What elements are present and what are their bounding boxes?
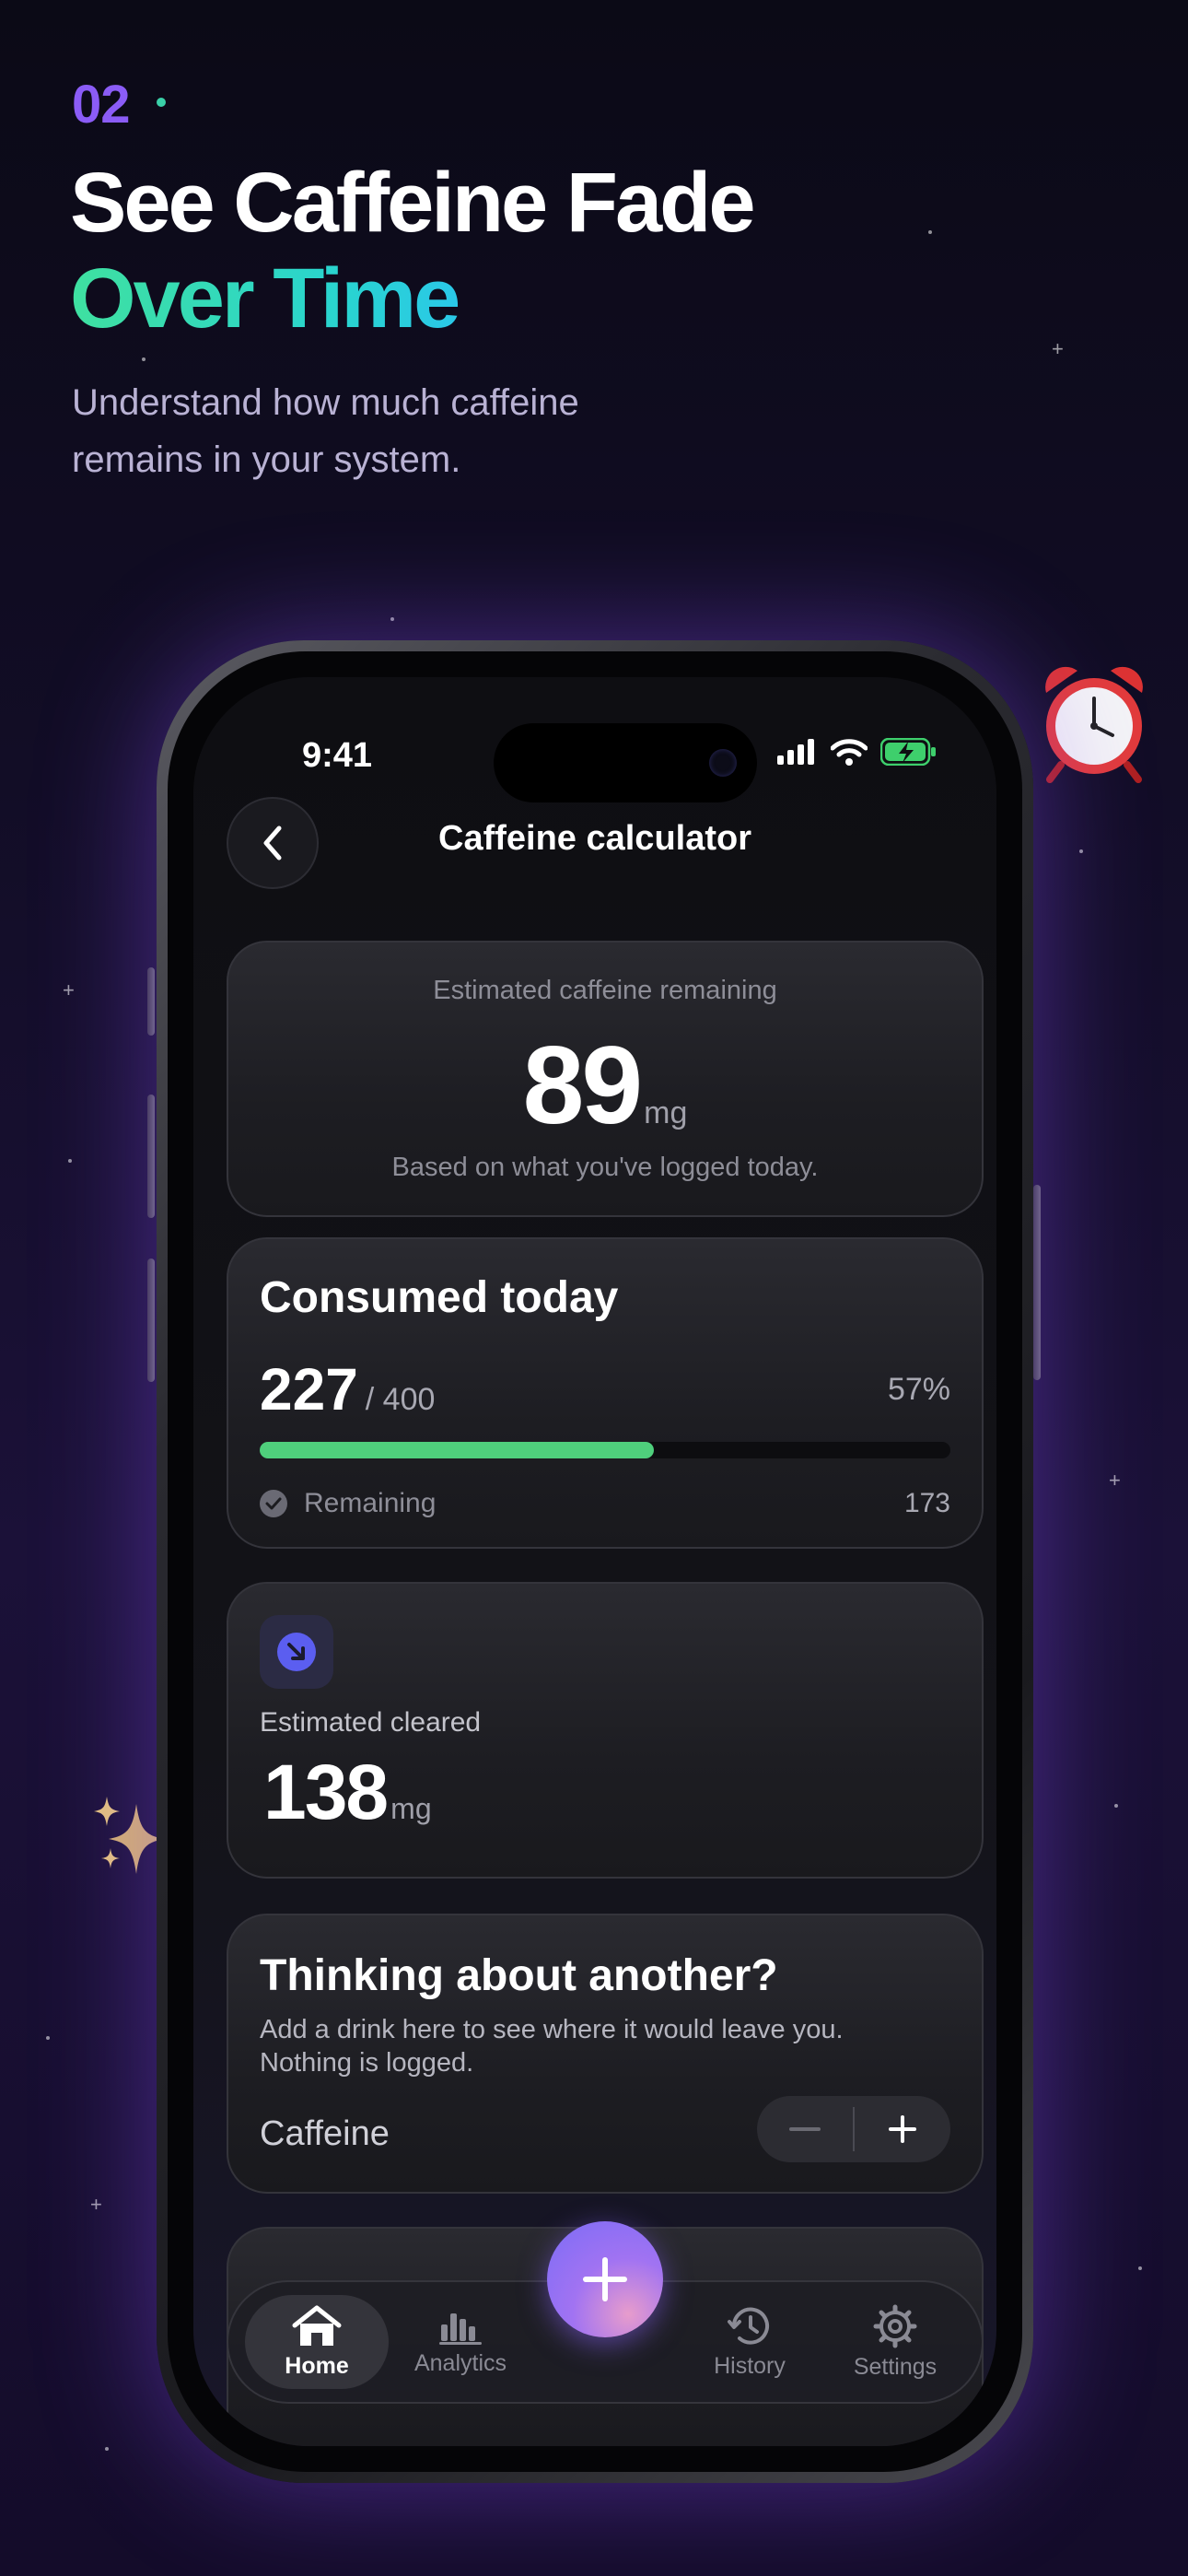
star-decoration xyxy=(390,617,394,621)
consumed-percent: 57% xyxy=(887,1372,950,1407)
remaining-card: Estimated caffeine remaining 89 mg Based … xyxy=(227,941,984,1217)
arrow-down-right-icon xyxy=(260,1615,333,1689)
tab-history[interactable]: History xyxy=(678,2295,821,2389)
remaining-row: Remaining xyxy=(260,1488,436,1519)
sparkle-icon xyxy=(92,1797,166,1884)
remaining-value: 89 xyxy=(522,1024,643,1147)
cleared-card: Estimated cleared 138 mg xyxy=(227,1582,984,1879)
star-decoration: + xyxy=(63,978,75,1001)
add-drink-button[interactable] xyxy=(547,2221,663,2337)
star-decoration xyxy=(1079,849,1083,853)
page-title: Caffeine calculator xyxy=(438,819,751,858)
app-screen: 9:41 Caffeine calculator Estimated caffe… xyxy=(193,677,996,2446)
star-decoration: + xyxy=(90,2193,102,2216)
check-circle-icon xyxy=(260,1490,287,1517)
step-number: 02 xyxy=(72,75,131,135)
remaining-note: Based on what you've logged today. xyxy=(391,1153,819,1182)
plus-icon xyxy=(583,2257,627,2301)
caffeine-stepper xyxy=(757,2096,950,2162)
progress-fill xyxy=(260,1442,654,1458)
remaining-value-group: 89 mg xyxy=(228,1022,982,1149)
whatif-card: Thinking about another? Add a drink here… xyxy=(227,1914,984,2194)
whatif-title: Thinking about another? xyxy=(260,1951,778,2000)
consumed-progress-bar xyxy=(260,1442,950,1458)
phone-volume-up xyxy=(147,1095,155,1218)
consumed-title: Consumed today xyxy=(260,1273,619,1322)
increment-button[interactable] xyxy=(855,2096,950,2162)
phone-action-button xyxy=(147,967,155,1036)
wifi-icon xyxy=(830,738,868,770)
camera-icon xyxy=(709,749,737,777)
status-icons xyxy=(777,737,938,770)
consumed-value: 227 xyxy=(260,1356,358,1423)
minus-icon xyxy=(789,2127,821,2131)
star-decoration: + xyxy=(1052,337,1064,360)
star-decoration xyxy=(105,2447,109,2451)
tab-analytics-label: Analytics xyxy=(413,2349,507,2376)
alarm-clock-icon xyxy=(1030,656,1159,790)
tab-history-label: History xyxy=(714,2352,786,2379)
remaining-label: Estimated caffeine remaining xyxy=(433,976,777,1005)
whatif-description: Add a drink here to see where it would l… xyxy=(260,2015,844,2078)
star-decoration: + xyxy=(1109,1469,1121,1492)
tab-home[interactable]: Home xyxy=(245,2295,389,2389)
history-clock-icon xyxy=(728,2307,769,2345)
phone-volume-down xyxy=(147,1259,155,1382)
phone-frame: 9:41 Caffeine calculator Estimated caffe… xyxy=(157,640,1033,2483)
consumed-card: Consumed today 227/ 400 57% Remaining 17… xyxy=(227,1237,984,1549)
star-decoration xyxy=(1138,2266,1142,2270)
cleared-label: Estimated cleared xyxy=(260,1707,482,1738)
phone-bezel: 9:41 Caffeine calculator Estimated caffe… xyxy=(168,651,1022,2472)
signal-icon xyxy=(777,739,818,769)
hero-subtitle: Understand how much caffeine remains in … xyxy=(72,382,579,480)
cleared-value-group: 138 mg xyxy=(263,1748,432,1837)
remaining-row-value: 173 xyxy=(903,1488,950,1518)
cleared-value: 138 xyxy=(263,1749,389,1835)
hero-title-line2: Over Time xyxy=(70,252,460,345)
step-dot xyxy=(157,98,166,107)
tab-home-label: Home xyxy=(285,2352,349,2379)
remaining-row-label: Remaining xyxy=(304,1488,437,1518)
bar-chart-icon xyxy=(439,2313,482,2345)
battery-charging-icon xyxy=(879,737,938,770)
star-decoration xyxy=(928,230,932,234)
tab-analytics[interactable]: Analytics xyxy=(389,2295,532,2389)
tab-settings-label: Settings xyxy=(853,2353,938,2380)
caffeine-field-label: Caffeine xyxy=(260,2114,390,2153)
tab-settings[interactable]: Settings xyxy=(823,2295,967,2389)
gear-icon xyxy=(873,2304,917,2348)
consumed-value-group: 227/ 400 xyxy=(260,1355,435,1423)
remaining-unit: mg xyxy=(644,1095,688,1130)
plus-icon xyxy=(889,2115,916,2143)
star-decoration xyxy=(68,1159,72,1163)
decrement-button[interactable] xyxy=(757,2096,853,2162)
star-decoration xyxy=(1114,1804,1118,1808)
hero-title-line1: See Caffeine Fade xyxy=(70,156,756,250)
status-time: 9:41 xyxy=(302,736,373,775)
dynamic-island xyxy=(494,723,757,802)
consumed-limit: / 400 xyxy=(365,1382,436,1417)
star-decoration xyxy=(46,2036,50,2040)
phone-power-button xyxy=(1033,1185,1041,1380)
house-icon xyxy=(292,2305,342,2346)
star-decoration xyxy=(142,357,146,361)
cleared-unit: mg xyxy=(390,1792,432,1825)
